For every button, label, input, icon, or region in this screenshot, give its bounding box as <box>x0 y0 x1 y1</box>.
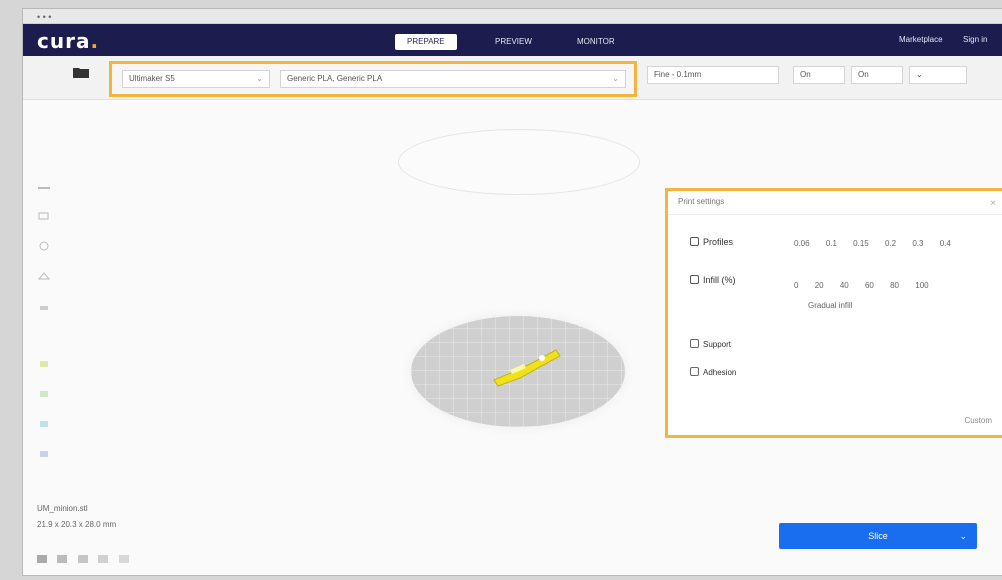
extruder-2-icon[interactable] <box>37 416 51 427</box>
mirror-tool-icon[interactable] <box>37 268 51 280</box>
profiles-label: Profiles <box>690 237 733 247</box>
view-front-icon[interactable] <box>57 550 68 563</box>
slice-button[interactable]: Slice ⌄ <box>779 523 977 549</box>
view-controls <box>37 550 135 568</box>
per-model-settings-icon[interactable] <box>37 300 51 310</box>
print-settings-panel: Print settings × Profiles 0.06 0.1 0.15 … <box>665 188 1002 438</box>
printer-material-selector: Ultimaker S5 ⌄ Generic PLA, Generic PLA ⌄ <box>109 61 637 97</box>
custom-button[interactable]: Custom <box>964 416 992 425</box>
sign-in-link[interactable]: Sign in <box>963 35 987 44</box>
adhesion-toggle[interactable]: On <box>851 66 903 84</box>
chevron-down-icon: ⌄ <box>959 531 967 541</box>
top-navbar: cura. PREPARE PREVIEW MONITOR Marketplac… <box>23 24 1002 56</box>
close-icon[interactable]: × <box>990 193 996 215</box>
build-volume-top <box>398 129 640 195</box>
object-name: UM_minion.stl <box>37 504 88 513</box>
view-right-icon[interactable] <box>118 550 129 563</box>
toolbar: Ultimaker S5 ⌄ Generic PLA, Generic PLA ⌄ … <box>23 56 1002 100</box>
support-blocker-icon[interactable] <box>37 356 51 367</box>
marketplace-link[interactable]: Marketplace <box>899 35 943 44</box>
material-select[interactable]: Generic PLA, Generic PLA ⌄ <box>280 70 626 88</box>
build-viewport[interactable]: UM_minion.stl 21.9 x 20.3 x 28.0 mm Slic… <box>23 100 1002 575</box>
app-window: • • • cura. PREPARE PREVIEW MONITOR Mark… <box>22 8 1002 576</box>
cura-logo: cura. <box>37 29 100 53</box>
support-checkbox[interactable]: Support <box>690 339 731 349</box>
settings-dropdown[interactable]: ⌄ <box>909 66 967 84</box>
move-tool-icon[interactable] <box>37 180 51 190</box>
printer-select[interactable]: Ultimaker S5 ⌄ <box>122 70 270 88</box>
object-info: UM_minion.stl 21.9 x 20.3 x 28.0 mm <box>37 504 116 536</box>
window-controls[interactable]: • • • <box>37 12 51 22</box>
infill-slider[interactable]: 0 20 40 60 80 100 <box>794 281 943 290</box>
folder-icon[interactable] <box>73 66 89 78</box>
infill-label: Infill (%) <box>690 275 736 285</box>
chevron-down-icon: ⌄ <box>916 70 923 79</box>
profile-select[interactable]: Fine - 0.1mm <box>647 66 779 84</box>
view-left-icon[interactable] <box>98 550 109 563</box>
chevron-down-icon: ⌄ <box>256 74 263 83</box>
tab-prepare[interactable]: PREPARE <box>395 34 457 50</box>
3d-model[interactable] <box>490 340 566 395</box>
support-toggle[interactable]: On <box>793 66 845 84</box>
panel-header: Print settings × <box>668 191 1002 215</box>
chevron-down-icon: ⌄ <box>612 74 619 83</box>
view-3d-icon[interactable] <box>37 550 47 563</box>
scale-tool-icon[interactable] <box>37 208 51 220</box>
view-top-icon[interactable] <box>77 550 88 563</box>
tab-monitor[interactable]: MONITOR <box>565 34 627 50</box>
rotate-tool-icon[interactable] <box>37 238 51 251</box>
title-bar: • • • <box>23 9 1002 24</box>
layer-height-options[interactable]: 0.06 0.1 0.15 0.2 0.3 0.4 <box>794 239 965 248</box>
adhesion-checkbox[interactable]: Adhesion <box>690 367 736 377</box>
gradual-infill-option[interactable]: Gradual infill <box>808 301 852 310</box>
tab-preview[interactable]: PREVIEW <box>483 34 544 50</box>
extruder-3-icon[interactable] <box>37 446 51 457</box>
extruder-1-icon[interactable] <box>37 386 51 397</box>
object-dimensions: 21.9 x 20.3 x 28.0 mm <box>37 520 117 529</box>
